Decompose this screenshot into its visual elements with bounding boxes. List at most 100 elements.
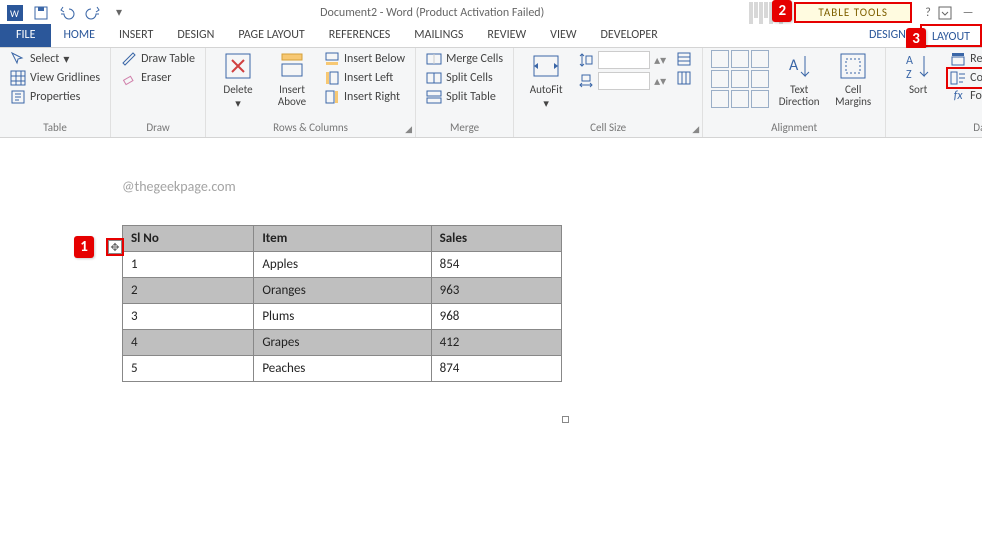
split-table-label: Split Table [446, 90, 496, 104]
col-width-input[interactable]: ▴▾ [576, 71, 668, 91]
group-rows-columns: Delete▾ Insert Above Insert Below Insert… [206, 48, 416, 137]
table-cell[interactable]: 4 [123, 330, 254, 356]
table-cell[interactable]: 1 [123, 252, 254, 278]
group-cell-size: AutoFit▾ ▴▾ ▴▾ Cell Size ◢ [514, 48, 703, 137]
table-header-cell[interactable]: Sales [431, 226, 561, 252]
table-row[interactable]: 2Oranges963 [123, 278, 562, 304]
delete-button[interactable]: Delete▾ [214, 50, 262, 110]
document-area: @thegeekpage.com 1 Sl NoItemSales 1Apple… [0, 138, 982, 534]
tab-design[interactable]: DESIGN [165, 24, 226, 47]
table-row[interactable]: 4Grapes412 [123, 330, 562, 356]
table-header-cell[interactable]: Sl No [123, 226, 254, 252]
table-row[interactable]: 5Peaches874 [123, 356, 562, 382]
redo-icon[interactable] [82, 2, 104, 24]
group-table-label: Table [8, 121, 102, 137]
alignment-grid[interactable] [711, 50, 769, 108]
ribbon-tabs: FILE HOME INSERT DESIGN PAGE LAYOUT REFE… [0, 25, 982, 48]
text-direction-label: Text Direction [775, 84, 823, 108]
table-cell[interactable]: 854 [431, 252, 561, 278]
insert-right-button[interactable]: Insert Right [322, 88, 407, 106]
table-cell[interactable]: 874 [431, 356, 561, 382]
rowscols-launcher-icon[interactable]: ◢ [405, 124, 412, 135]
table-cell[interactable]: 3 [123, 304, 254, 330]
draw-table-button[interactable]: Draw Table [119, 50, 197, 68]
merge-cells-label: Merge Cells [446, 52, 503, 66]
watermark-text: @thegeekpage.com [122, 178, 660, 195]
repeat-header-rows-button[interactable]: Repeat Header Rows [948, 50, 982, 68]
row-height-input[interactable]: ▴▾ [576, 50, 668, 70]
table-row[interactable]: 1Apples854 [123, 252, 562, 278]
undo-icon[interactable] [56, 2, 78, 24]
tab-review[interactable]: REVIEW [475, 24, 538, 47]
sort-button[interactable]: AZSort [894, 50, 942, 96]
eraser-button[interactable]: Eraser [119, 69, 197, 87]
convert-to-text-button[interactable]: Convert to Text [948, 69, 982, 87]
properties-button[interactable]: Properties [8, 88, 102, 106]
cell-margins-button[interactable]: Cell Margins [829, 50, 877, 108]
insert-left-button[interactable]: Insert Left [322, 69, 407, 87]
table-cell[interactable]: Grapes [254, 330, 431, 356]
group-merge: Merge Cells Split Cells Split Table Merg… [416, 48, 514, 137]
merge-cells-button[interactable]: Merge Cells [424, 50, 505, 68]
formula-label: Formula [970, 89, 982, 103]
split-table-button[interactable]: Split Table [424, 88, 505, 106]
table-row[interactable]: 3Plums968 [123, 304, 562, 330]
tab-developer[interactable]: DEVELOPER [589, 24, 670, 47]
table-cell[interactable]: 5 [123, 356, 254, 382]
cellsize-launcher-icon[interactable]: ◢ [692, 124, 699, 135]
distribute-rows-button[interactable] [674, 50, 694, 68]
select-label: Select [30, 52, 59, 66]
group-draw: Draw Table Eraser Draw [111, 48, 206, 137]
help-icon[interactable]: ? [918, 6, 938, 20]
table-header-cell[interactable]: Item [254, 226, 431, 252]
tab-view[interactable]: VIEW [538, 24, 588, 47]
callout-3: 3 [906, 28, 926, 50]
insert-above-button[interactable]: Insert Above [268, 50, 316, 108]
group-alignment-label: Alignment [711, 121, 877, 137]
text-direction-button[interactable]: AText Direction [775, 50, 823, 108]
group-data-label: Data [894, 121, 982, 137]
tab-file[interactable]: FILE [0, 24, 51, 47]
tab-insert[interactable]: INSERT [107, 24, 165, 47]
table-cell[interactable]: Oranges [254, 278, 431, 304]
view-gridlines-button[interactable]: View Gridlines [8, 69, 102, 87]
gridlines-label: View Gridlines [30, 71, 100, 85]
callout-2: 2 [772, 0, 792, 22]
distribute-cols-button[interactable] [674, 69, 694, 87]
minimize-icon[interactable]: — [958, 6, 978, 20]
data-table[interactable]: Sl NoItemSales 1Apples8542Oranges9633Plu… [122, 225, 562, 382]
ribbon-options-icon[interactable] [938, 6, 958, 20]
insert-below-label: Insert Below [344, 52, 405, 66]
tab-table-layout[interactable]: LAYOUT [920, 24, 982, 47]
group-merge-label: Merge [424, 121, 505, 137]
table-cell[interactable]: Plums [254, 304, 431, 330]
tab-mailings[interactable]: MAILINGS [402, 24, 475, 47]
table-cell[interactable]: 968 [431, 304, 561, 330]
save-icon[interactable] [30, 2, 52, 24]
table-cell[interactable]: 963 [431, 278, 561, 304]
table-move-handle[interactable] [108, 240, 122, 254]
insert-below-button[interactable]: Insert Below [322, 50, 407, 68]
table-resize-handle[interactable] [562, 416, 569, 423]
split-cells-label: Split Cells [446, 71, 493, 85]
svg-text:A: A [906, 54, 913, 68]
table-cell[interactable]: 2 [123, 278, 254, 304]
svg-text:W: W [10, 7, 19, 20]
tab-references[interactable]: REFERENCES [317, 24, 403, 47]
table-cell[interactable]: Peaches [254, 356, 431, 382]
table-cell[interactable]: Apples [254, 252, 431, 278]
tab-home[interactable]: HOME [51, 24, 107, 47]
group-draw-label: Draw [119, 121, 197, 137]
table-cell[interactable]: 412 [431, 330, 561, 356]
split-cells-button[interactable]: Split Cells [424, 69, 505, 87]
callout-1: 1 [74, 236, 94, 258]
select-button[interactable]: Select ▾ [8, 50, 102, 68]
tab-page-layout[interactable]: PAGE LAYOUT [226, 24, 316, 47]
word-app-icon[interactable]: W [4, 2, 26, 24]
autofit-button[interactable]: AutoFit▾ [522, 50, 570, 110]
group-rowscols-label: Rows & Columns [214, 121, 407, 137]
group-cellsize-label: Cell Size [522, 121, 694, 137]
formula-button[interactable]: fxFormula [948, 88, 982, 104]
document-title: Document2 - Word (Product Activation Fai… [130, 6, 734, 20]
qat-customize-icon[interactable]: ▾ [108, 2, 130, 24]
